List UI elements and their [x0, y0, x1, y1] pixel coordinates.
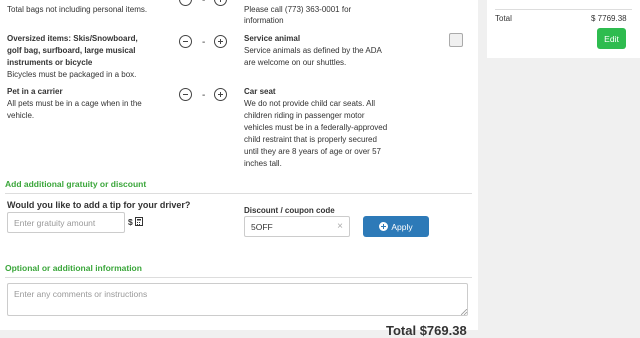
service-animal-title: Service animal [244, 34, 301, 43]
car-seat-title: Car seat [244, 87, 276, 96]
tip-input[interactable]: Enter gratuity amount [7, 212, 125, 233]
oversized-minus-button[interactable] [179, 35, 192, 48]
coupon-value: 5OFF [251, 222, 273, 232]
call-info-line2: information [244, 16, 284, 25]
service-animal-checkbox[interactable] [449, 33, 463, 47]
pet-title: Pet in a carrier [7, 87, 63, 96]
car-seat-line: until they are 8 years of age or over 57 [244, 147, 381, 156]
bags-plus-button[interactable] [214, 0, 227, 6]
car-seat-line: We do not provide child car seats. All [244, 99, 376, 108]
oversized-title-line1: Oversized items: Skis/Snowboard, [7, 34, 138, 43]
pet-note-line1: All pets must be in a cage when in the [7, 99, 142, 108]
bags-minus-button[interactable] [179, 0, 192, 6]
car-seat-line: vehicles must be in a federally-approved [244, 123, 388, 132]
oversized-title-line3: instruments or bicycle [7, 58, 93, 67]
edit-button[interactable]: Edit [597, 28, 626, 49]
bags-count: - [202, 0, 206, 6]
booking-form: Total bags not including personal items.… [0, 0, 478, 338]
bags-note: Total bags not including personal items. [7, 5, 148, 14]
plus-circle-filled-icon [379, 222, 389, 231]
summary-divider [495, 9, 632, 10]
car-seat-line: inches tall. [244, 159, 282, 168]
car-seat-line: child restraint that is properly secured [244, 135, 377, 144]
section-divider [5, 193, 472, 194]
discount-label: Discount / coupon code [244, 206, 335, 215]
resize-grip-icon[interactable] [461, 309, 467, 315]
oversized-plus-button[interactable] [214, 35, 227, 48]
clear-icon[interactable]: × [337, 221, 343, 232]
oversized-title-line2: golf bag, surfboard, large musical [7, 46, 136, 55]
apply-button[interactable]: Apply [363, 216, 429, 237]
currency-label: $ [128, 217, 133, 227]
footer-total: Total $769.38 [386, 323, 467, 338]
comments-textarea[interactable]: Enter any comments or instructions [7, 283, 468, 316]
tip-question: Would you like to add a tip for your dri… [7, 200, 191, 210]
oversized-note: Bicycles must be packaged in a box. [7, 70, 137, 79]
summary-total-label: Total [495, 14, 512, 23]
service-animal-line1: Service animals as defined by the ADA [244, 46, 382, 55]
car-seat-line: children riding in passenger motor [244, 111, 365, 120]
pet-note-line2: vehicle. [7, 111, 35, 120]
pet-count: - [202, 90, 206, 101]
optional-section-title: Optional or additional information [5, 263, 142, 273]
pet-minus-button[interactable] [179, 88, 192, 101]
pet-plus-button[interactable] [214, 88, 227, 101]
oversized-count: - [202, 37, 206, 48]
gratuity-section-title: Add additional gratuity or discount [5, 179, 147, 189]
apply-label: Apply [391, 221, 413, 232]
call-info-line1: Please call (773) 363-0001 for [244, 5, 352, 14]
summary-total-value: $ 7769.38 [591, 14, 627, 23]
service-animal-line2: are welcome on our shuttles. [244, 58, 347, 67]
coupon-input[interactable]: 5OFF × [244, 216, 350, 237]
section-divider [5, 277, 472, 278]
calculator-icon[interactable] [135, 217, 143, 226]
